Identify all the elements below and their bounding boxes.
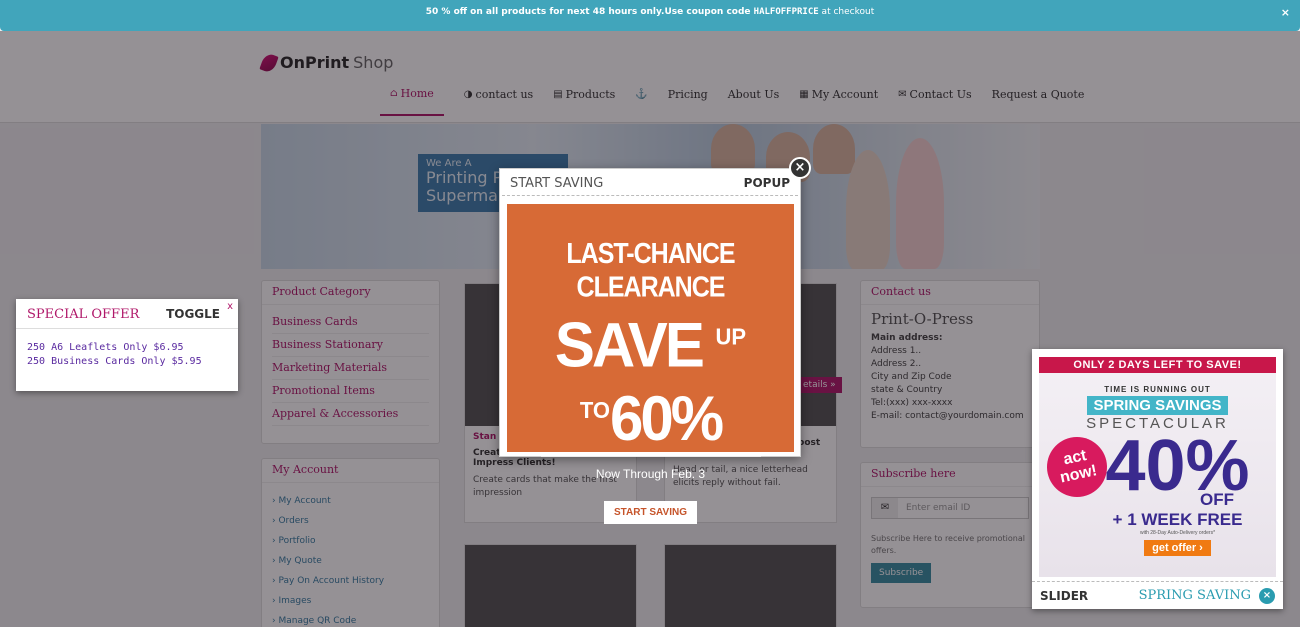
toggle-title: SPECIAL OFFER [27,307,140,322]
save-percent: 60% [610,383,724,454]
announcement-close-button[interactable]: × [1281,0,1290,25]
toggle-body: 250 A6 Leaflets Only $6.95 250 Business … [16,329,238,381]
coupon-code: HALFOFFPRICE [753,7,819,17]
announcement-bar: 50 % off on all products for next 48 hou… [0,0,1300,31]
slider-title: SPRING SAVING [1138,588,1251,603]
slider-fine-print: with 28-Day Auto-Delivery orders* [1139,530,1216,536]
popup-promo-image[interactable]: LAST-CHANCE CLEARANCE SAVE UP TO60% Now … [507,204,794,524]
slider-band: ONLY 2 DAYS LEFT TO SAVE! [1039,357,1276,373]
divider [540,456,761,457]
popup-close-button[interactable]: × [789,157,811,179]
slider-footer: SLIDER SPRING SAVING × [1032,581,1283,609]
promo-popup: START SAVING POPUP LAST-CHANCE CLEARANCE… [499,168,801,524]
toggle-close-button[interactable]: x [227,301,233,312]
toggle-type-label: TOGGLE [166,307,220,321]
announcement-text: 50 % off on all products for next 48 hou… [425,7,754,17]
slider-title-group: SPRING SAVING × [1138,587,1275,604]
slider-type-label: SLIDER [1040,588,1089,603]
announcement-suffix: at checkout [818,7,875,17]
start-saving-button[interactable]: START SAVING [604,501,697,524]
get-offer-button[interactable]: get offer › [1144,540,1211,556]
slider-close-button[interactable]: × [1259,587,1275,604]
spring-saving-slider: ONLY 2 DAYS LEFT TO SAVE! TIME IS RUNNIN… [1032,349,1283,609]
save-word: SAVE [554,309,705,381]
slider-promo-image[interactable]: ONLY 2 DAYS LEFT TO SAVE! TIME IS RUNNIN… [1039,357,1276,577]
special-offer-toggle: SPECIAL OFFER TOGGLE x 250 A6 Leaflets O… [16,299,238,391]
popup-date: Now Through Feb. 3 [595,467,706,481]
popup-save-text: SAVE UP TO60% [507,305,794,452]
slider-week-free: + 1 WEEK FREE [1112,510,1243,529]
offer-line[interactable]: 250 A6 Leaflets Only $6.95 [27,341,227,355]
popup-headline: LAST-CHANCE CLEARANCE [566,237,735,304]
popup-title: START SAVING [510,176,604,191]
toggle-header[interactable]: SPECIAL OFFER TOGGLE [16,299,238,329]
offer-line[interactable]: 250 Business Cards Only $5.95 [27,355,227,369]
popup-type-label: POPUP [743,176,790,190]
popup-header: START SAVING POPUP [502,169,798,196]
slider-running-out: TIME IS RUNNING OUT [1104,385,1211,394]
slider-spring-savings: SPRING SAVINGS [1087,396,1228,415]
